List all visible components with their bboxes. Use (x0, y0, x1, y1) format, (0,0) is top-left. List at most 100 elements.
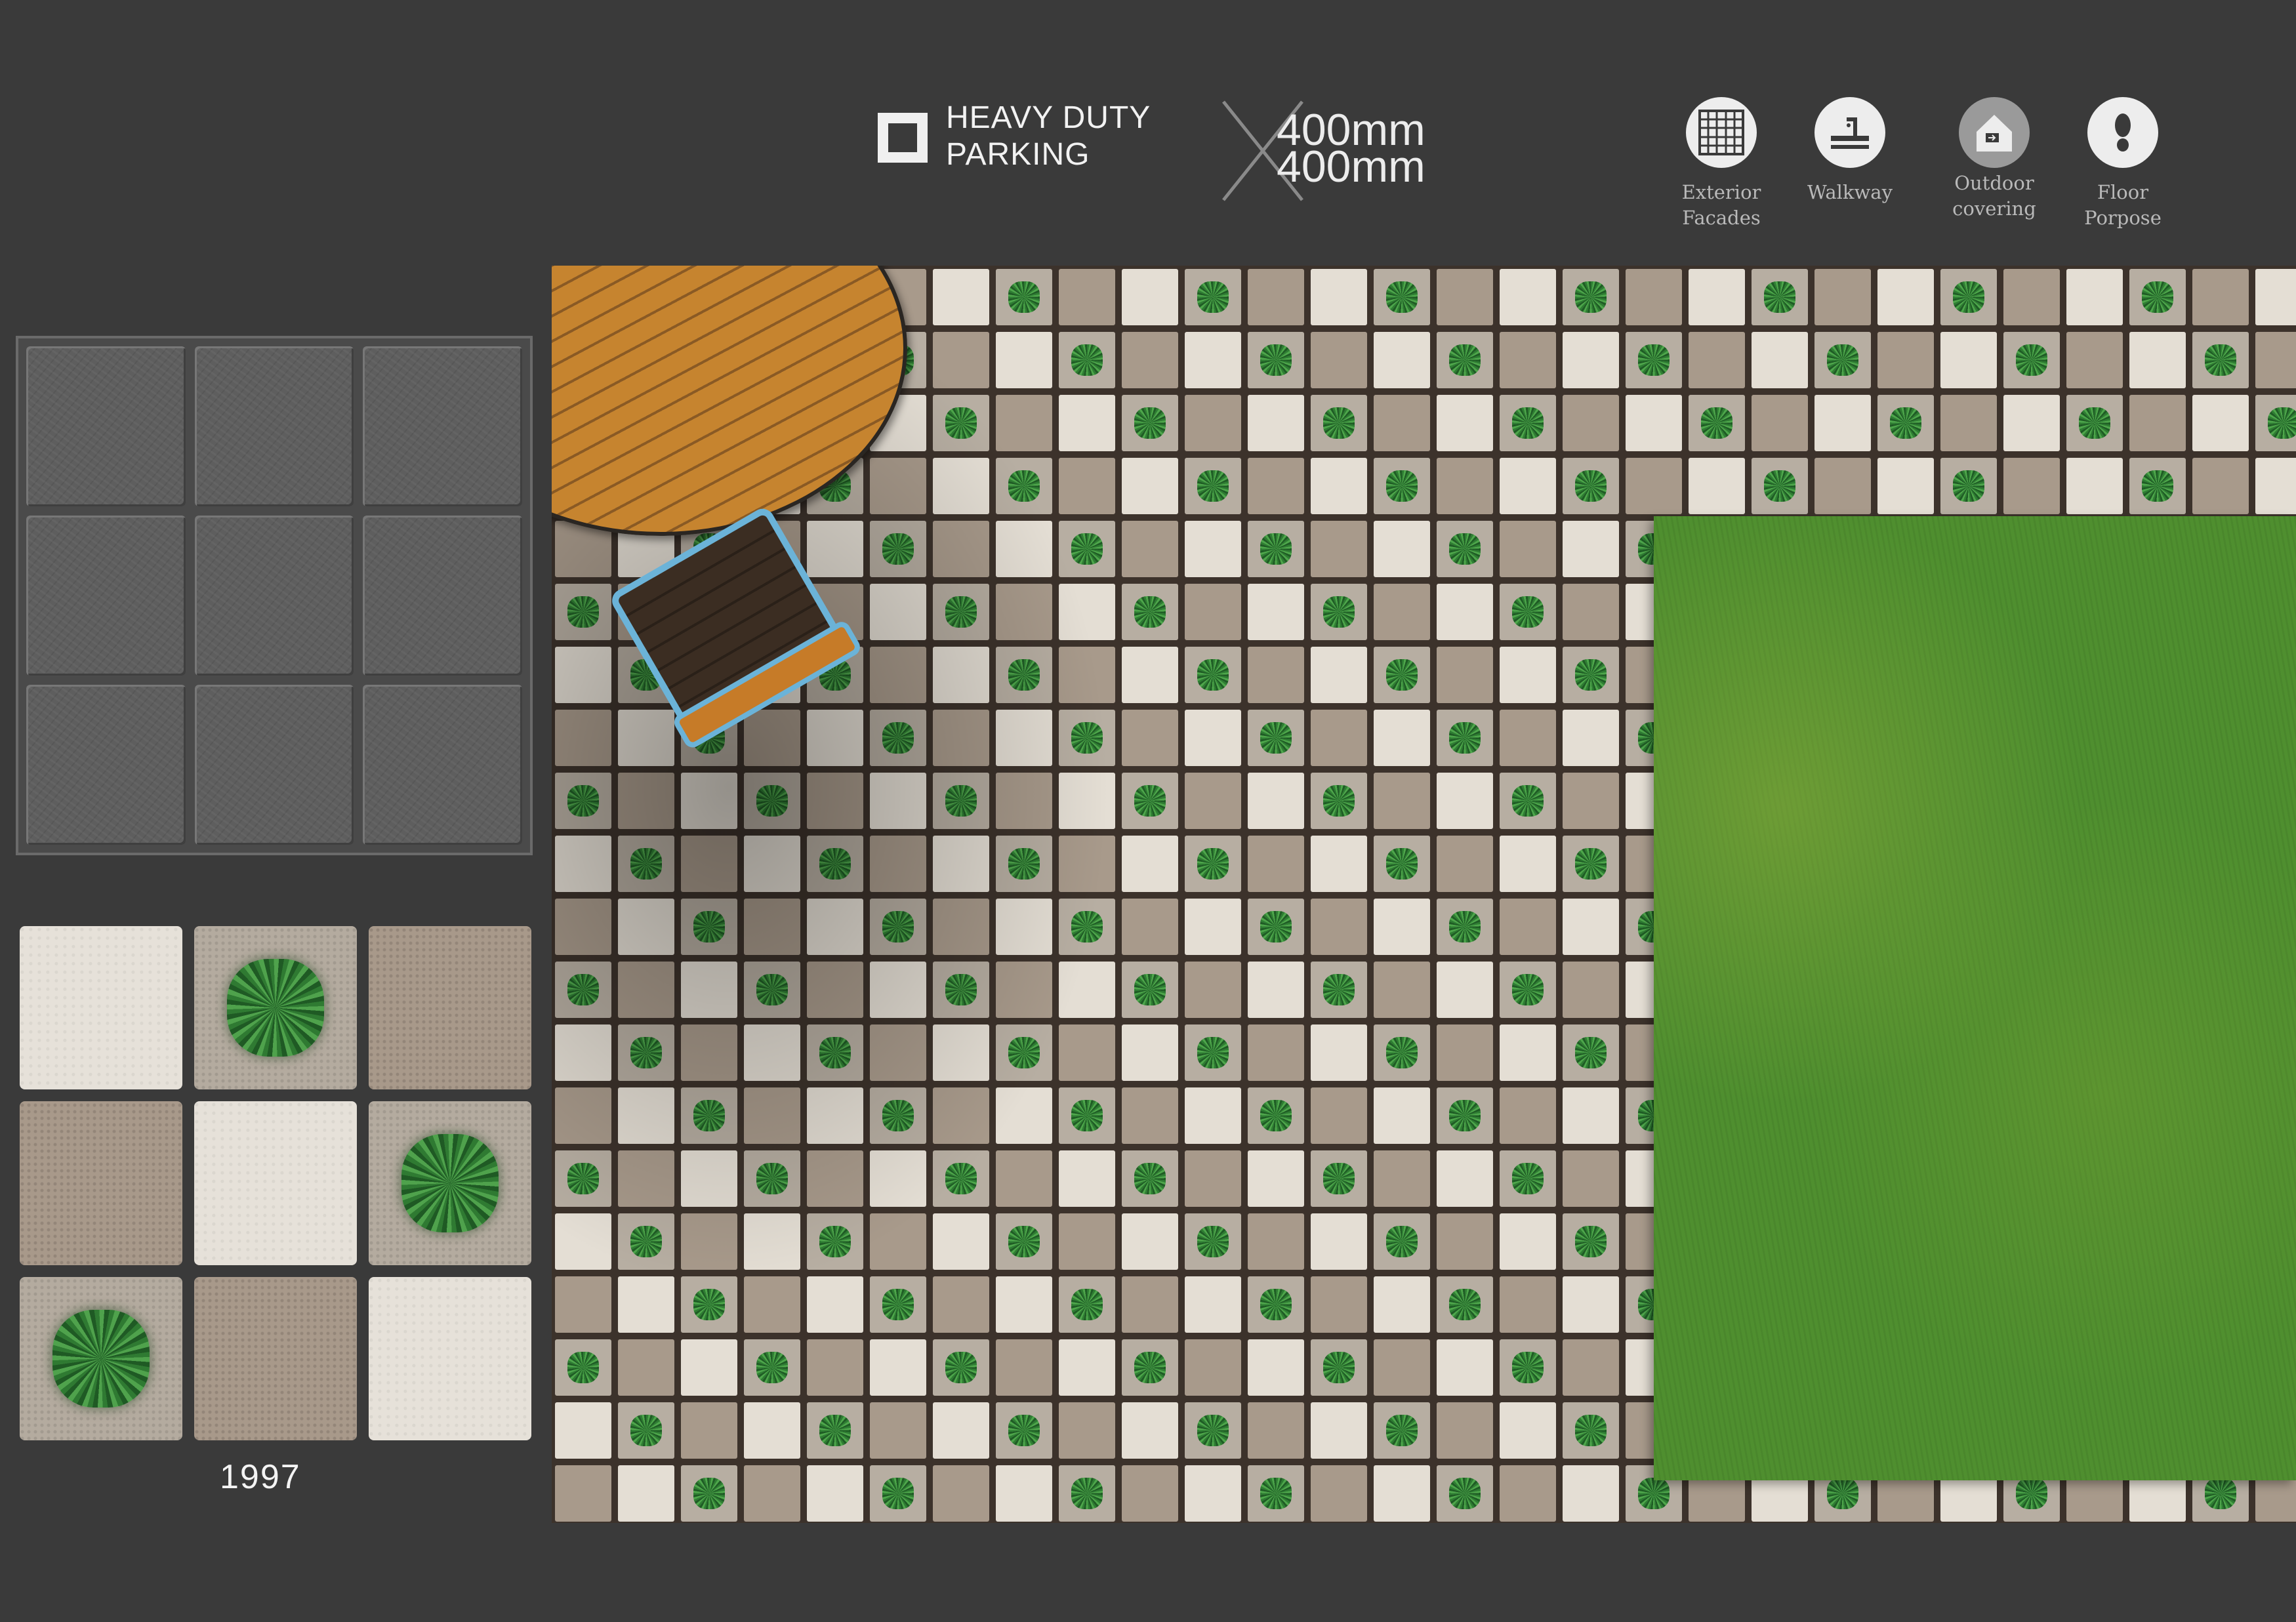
footprint-icon (2087, 97, 2158, 168)
floor-tile (1374, 1024, 1430, 1081)
floor-tile (933, 1339, 989, 1396)
floor-tile (2066, 458, 2123, 514)
floor-tile (618, 1465, 674, 1522)
floor-tile (1311, 1024, 1367, 1081)
floor-tile (2192, 332, 2249, 388)
floor-tile (1185, 1024, 1241, 1081)
swatch-light (194, 1101, 357, 1265)
floor-tile (1500, 647, 1556, 703)
floor-tile (1248, 773, 1304, 829)
floor-tile (1877, 395, 1934, 451)
floor-tile (1437, 521, 1493, 577)
floor-tile (1311, 773, 1367, 829)
floor-tile (1500, 395, 1556, 451)
floor-tile (1248, 1276, 1304, 1333)
floor-tile (555, 1402, 611, 1459)
floor-tile (1814, 395, 1871, 451)
floor-tile (1311, 458, 1367, 514)
floor-tile (1248, 1402, 1304, 1459)
floor-tile (1563, 962, 1619, 1018)
floor-tile (1500, 1087, 1556, 1144)
floor-tile (996, 269, 1052, 325)
installation-scene (552, 266, 2296, 1523)
floor-tile (1500, 269, 1556, 325)
floor-tile (1311, 269, 1367, 325)
lawn (1654, 516, 2296, 1480)
floor-tile (618, 1339, 674, 1396)
floor-tile (1311, 1276, 1367, 1333)
floor-tile (1752, 269, 1808, 325)
floor-tile (1311, 1087, 1367, 1144)
floor-tile (1563, 899, 1619, 955)
floor-tile (1374, 1465, 1430, 1522)
floor-tile (2255, 458, 2296, 514)
floor-tile (1814, 458, 1871, 514)
floor-tile (1374, 962, 1430, 1018)
floor-tile (1311, 584, 1367, 640)
floor-tile (681, 1465, 737, 1522)
floor-tile (1185, 962, 1241, 1018)
floor-tile (1940, 395, 1997, 451)
floor-tile (1311, 521, 1367, 577)
floor-tile (1752, 458, 1808, 514)
floor-tile (2192, 395, 2249, 451)
floor-tile (1248, 1150, 1304, 1207)
floor-tile (1374, 1276, 1430, 1333)
floor-tile (933, 269, 989, 325)
floor-tile (2255, 269, 2296, 325)
floor-tile (1311, 836, 1367, 892)
floor-tile (1311, 1150, 1367, 1207)
floor-tile (870, 1339, 926, 1396)
floor-tile (1437, 458, 1493, 514)
floor-tile (1185, 1339, 1241, 1396)
swatch-grass (369, 1101, 531, 1265)
floor-tile (1626, 332, 1682, 388)
relief-cell (363, 346, 522, 506)
floor-tile (1626, 395, 1682, 451)
heavy-duty-label: HEAVY DUTY PARKING (946, 100, 1151, 173)
floor-tile (996, 1465, 1052, 1522)
floor-tile (1500, 1276, 1556, 1333)
floor-tile (1500, 1150, 1556, 1207)
floor-tile (1311, 1402, 1367, 1459)
floor-tile (1563, 395, 1619, 451)
floor-tile (1374, 1339, 1430, 1396)
swatch-tan (194, 1276, 357, 1440)
badge-line-1: HEAVY DUTY (946, 100, 1151, 135)
floor-tile (1437, 1402, 1493, 1459)
floor-tile (1248, 1465, 1304, 1522)
size-line-2: 400mm (1277, 142, 1425, 192)
feature-label: Walkway (1807, 181, 1893, 203)
floor-tile (1248, 269, 1304, 325)
floor-tile (1248, 1087, 1304, 1144)
feature-label: Floor Porpose (2084, 181, 2162, 229)
floor-tile (1563, 1339, 1619, 1396)
floor-tile (1563, 332, 1619, 388)
floor-tile (1374, 710, 1430, 766)
feature-outdoor-covering: Outdoor covering (1935, 97, 2053, 222)
floor-tile (1437, 332, 1493, 388)
floor-tile (1374, 269, 1430, 325)
floor-tile (1500, 1402, 1556, 1459)
floor-tile (1940, 458, 1997, 514)
floor-tile (1185, 647, 1241, 703)
floor-tile (1374, 332, 1430, 388)
floor-tile (744, 1339, 800, 1396)
floor-tile (1374, 521, 1430, 577)
floor-tile (1185, 521, 1241, 577)
floor-tile (1185, 1150, 1241, 1207)
floor-tile (1500, 458, 1556, 514)
floor-tile (1185, 584, 1241, 640)
feature-floor-purpose: Floor Porpose (2064, 97, 2182, 231)
floor-tile (555, 1465, 611, 1522)
floor-tile (1563, 1402, 1619, 1459)
floor-tile (1185, 458, 1241, 514)
feature-label: Outdoor covering (1952, 172, 2036, 220)
floor-tile (1185, 836, 1241, 892)
floor-tile (1437, 1150, 1493, 1207)
floor-tile (1814, 332, 1871, 388)
walkway-icon (1814, 97, 1885, 168)
floor-tile (1877, 269, 1934, 325)
floor-tile (555, 1339, 611, 1396)
floor-tile (1626, 458, 1682, 514)
